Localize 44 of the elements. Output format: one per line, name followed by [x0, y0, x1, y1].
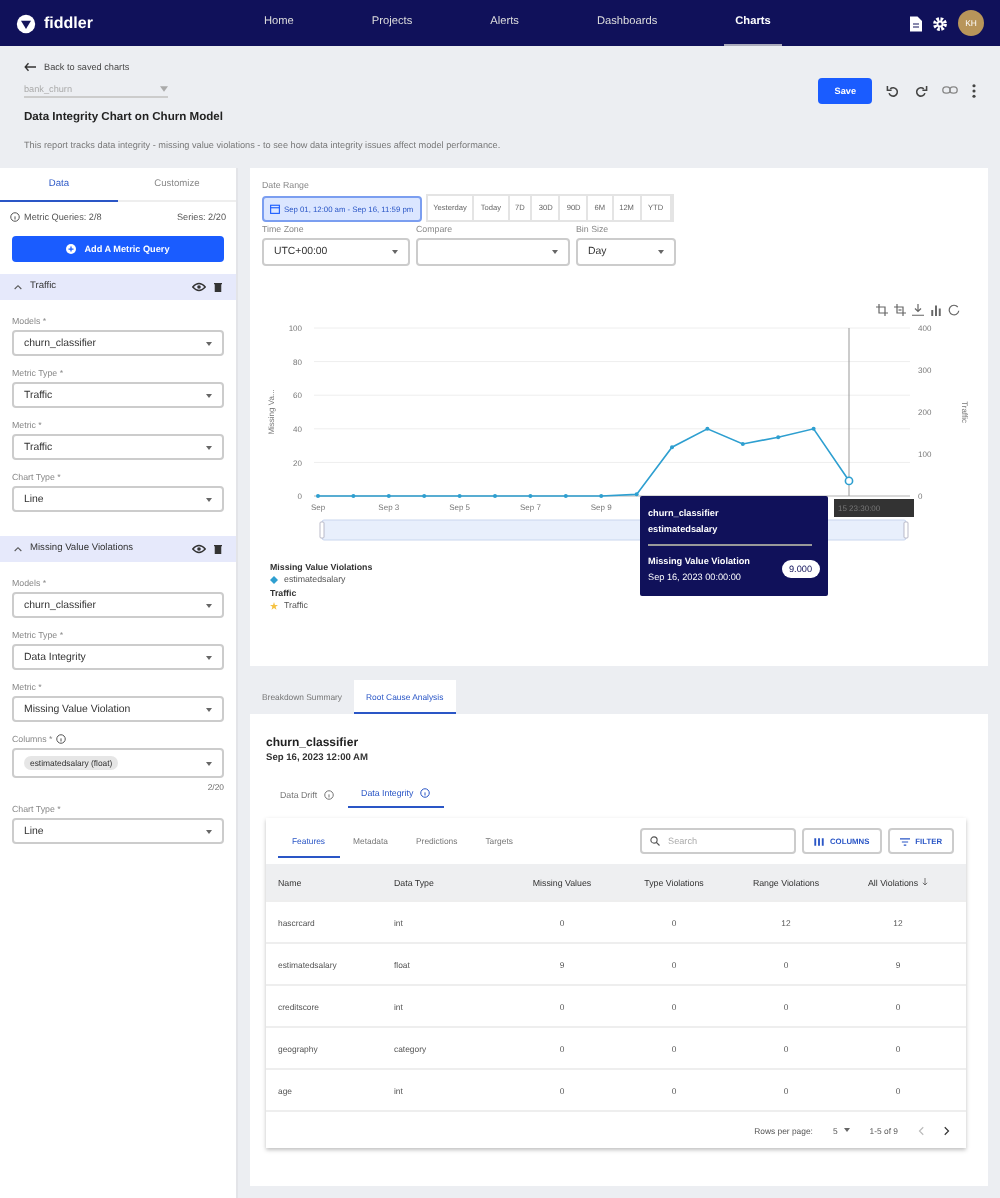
caret-icon — [658, 250, 664, 254]
document-icon[interactable] — [910, 15, 922, 31]
info-icon — [419, 788, 430, 798]
logo-icon — [16, 13, 36, 33]
logo-text: fiddler — [44, 14, 93, 32]
trash-icon[interactable] — [214, 544, 222, 554]
back-arrow-icon — [24, 62, 36, 72]
caret-icon[interactable] — [14, 546, 22, 552]
info-icon — [323, 789, 334, 799]
info-icon — [56, 734, 67, 744]
calendar-icon — [270, 203, 280, 213]
download-icon[interactable] — [912, 304, 924, 316]
plus-circle-icon — [66, 244, 77, 254]
sort-arrow-icon — [922, 878, 929, 886]
caret-icon — [552, 250, 558, 254]
link-icon[interactable] — [942, 86, 958, 94]
caret-icon — [843, 1128, 850, 1132]
columns-icon — [814, 837, 824, 845]
trash-icon[interactable] — [214, 282, 222, 292]
eye-icon[interactable] — [192, 282, 206, 292]
bar-chart-icon[interactable] — [930, 304, 942, 316]
caret-icon — [206, 445, 212, 449]
zoom-reset-icon[interactable] — [894, 304, 906, 316]
redo-icon[interactable] — [914, 83, 928, 97]
undo-icon[interactable] — [886, 83, 900, 97]
refresh-icon[interactable] — [948, 304, 960, 316]
caret-icon — [392, 250, 398, 254]
caret-icon — [160, 86, 168, 92]
caret-icon — [206, 761, 212, 765]
caret-icon — [206, 341, 212, 345]
zoom-icon[interactable] — [876, 304, 888, 316]
caret-icon[interactable] — [14, 284, 22, 290]
caret-icon — [206, 829, 212, 833]
eye-icon[interactable] — [192, 544, 206, 554]
caret-icon — [206, 497, 212, 501]
caret-icon — [206, 603, 212, 607]
select-field[interactable] — [416, 238, 570, 266]
filter-icon — [899, 837, 910, 845]
caret-icon — [206, 393, 212, 397]
caret-icon — [206, 707, 212, 711]
settings-icon[interactable] — [932, 15, 948, 31]
caret-icon — [206, 655, 212, 659]
info-icon — [10, 212, 20, 222]
next-page-icon[interactable] — [944, 1125, 950, 1135]
